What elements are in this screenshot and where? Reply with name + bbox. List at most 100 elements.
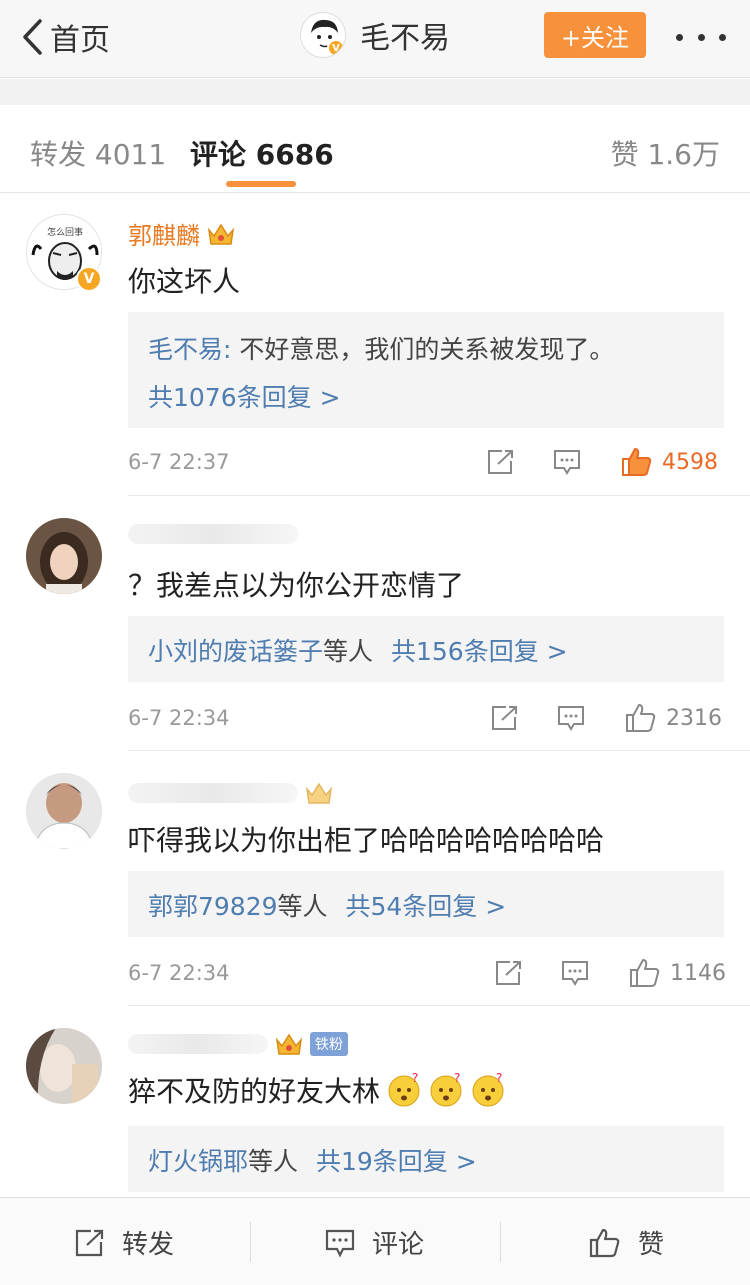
thumbs-up-icon <box>630 959 660 987</box>
share-icon <box>496 961 521 985</box>
reply-summary: 灯火锅耶等人 共19条回复 > <box>148 1142 477 1178</box>
crown-badge-icon <box>207 223 235 245</box>
reply-box[interactable]: 灯火锅耶等人 共19条回复 > <box>128 1126 724 1192</box>
comment-button[interactable]: 评论 <box>324 1224 424 1261</box>
share-icon <box>492 706 517 730</box>
separator <box>500 1222 501 1262</box>
reply-count-link[interactable]: 共1076条回复 > <box>148 378 341 414</box>
reply-button[interactable] <box>552 448 582 476</box>
share-icon <box>488 450 513 474</box>
comment-icon <box>562 961 588 986</box>
reply-suffix: 等人 <box>248 1147 299 1176</box>
commenter-name[interactable]: 铁粉 <box>128 1030 348 1058</box>
svg-text:?: ? <box>496 1072 502 1085</box>
like-count: 2316 <box>666 705 722 731</box>
blurred-username <box>128 524 298 544</box>
thumbs-up-icon <box>626 704 656 732</box>
fan-badge: 铁粉 <box>310 1032 348 1056</box>
top-bar: 首页 V 毛不易 +关注 <box>0 0 750 78</box>
commenter-avatar[interactable] <box>26 1028 102 1104</box>
more-options-icon[interactable] <box>676 22 726 52</box>
share-button[interactable] <box>486 448 516 476</box>
reply-preview: 毛不易: 不好意思，我们的关系被发现了。 <box>148 330 614 366</box>
commenter-name[interactable] <box>128 524 298 544</box>
reply-count-link[interactable]: 共54条回复 > <box>346 892 507 921</box>
comment-text: ？我差点以为你公开恋情了 <box>128 569 465 602</box>
like-count: 1146 <box>670 960 726 986</box>
share-button[interactable] <box>490 704 520 732</box>
section-gap <box>0 79 750 105</box>
confused-emoji-icon: ? <box>472 1072 504 1107</box>
profile-name: 毛不易 <box>360 21 450 56</box>
reply-text: 不好意思，我们的关系被发现了。 <box>231 335 615 364</box>
comment-timestamp: 6-7 22:37 <box>128 450 230 474</box>
comment-item: ？我差点以为你公开恋情了 小刘的废话篓子等人 共156条回复 > 6-7 22:… <box>0 496 750 751</box>
photo-avatar-icon <box>26 1028 102 1104</box>
repost-button[interactable]: 转发 <box>74 1224 174 1261</box>
blurred-username <box>128 783 298 803</box>
dot <box>697 33 705 41</box>
comment-text: 猝不及防的好友大林 <box>128 1075 381 1108</box>
bottom-action-bar: 转发 评论 赞 <box>0 1197 750 1285</box>
comment-text: 吓得我以为你出柜了哈哈哈哈哈哈哈哈 <box>128 824 605 857</box>
crown-badge-icon <box>275 1033 303 1055</box>
svg-text:?: ? <box>454 1072 460 1085</box>
dot <box>676 33 683 41</box>
reply-people[interactable]: 小刘的废话篓子 <box>148 637 323 666</box>
comment-item: 铁粉 猝不及防的好友大林 ? ? ? 灯火锅耶等人 共19条回复 > <box>0 1006 750 1197</box>
like-button[interactable]: 赞 <box>588 1224 664 1261</box>
photo-avatar-icon <box>26 518 102 594</box>
confused-emoji-icon: ? <box>388 1072 420 1107</box>
comment-item: 怎么回事 V 郭麒麟 你这坏人 毛不易: 不好意思，我们的关系被发现了。 共10… <box>0 194 750 496</box>
separator <box>250 1222 251 1262</box>
crown-badge-icon <box>305 782 333 804</box>
chevron-left-icon <box>23 19 42 55</box>
reply-button[interactable] <box>556 704 586 732</box>
verified-badge-icon: V <box>76 266 102 292</box>
share-button[interactable] <box>494 959 524 987</box>
like-button[interactable]: 4598 <box>620 446 718 478</box>
follow-button[interactable]: +关注 <box>544 12 646 58</box>
reply-count-link[interactable]: 共19条回复 > <box>316 1147 477 1176</box>
comment-label: 评论 <box>372 1230 425 1260</box>
reply-people[interactable]: 灯火锅耶 <box>148 1147 248 1176</box>
photo-avatar-icon <box>26 773 102 849</box>
avatar[interactable]: V <box>300 12 346 58</box>
tab-bar: 转发 4011 评论 6686 赞 1.6万 <box>0 105 750 193</box>
comment-text-row: 猝不及防的好友大林 ? ? ? <box>128 1070 506 1110</box>
reply-box[interactable]: 毛不易: 不好意思，我们的关系被发现了。 共1076条回复 > <box>128 312 724 428</box>
dot <box>719 33 726 41</box>
tab-repost[interactable]: 转发 4011 <box>30 133 166 173</box>
commenter-avatar[interactable] <box>26 773 102 849</box>
comment-timestamp: 6-7 22:34 <box>128 961 230 985</box>
reply-people[interactable]: 郭郭79829 <box>148 892 278 921</box>
comment-icon <box>558 706 584 731</box>
comment-timestamp: 6-7 22:34 <box>128 706 230 730</box>
repost-label: 转发 <box>122 1230 175 1260</box>
like-count: 4598 <box>662 449 718 475</box>
confused-emoji-icon: ? <box>430 1072 462 1107</box>
tab-like[interactable]: 赞 1.6万 <box>611 133 720 173</box>
reply-button[interactable] <box>560 959 590 987</box>
tab-comment[interactable]: 评论 6686 <box>190 133 334 173</box>
like-button[interactable]: 1146 <box>628 957 726 989</box>
reply-author[interactable]: 毛不易: <box>148 335 231 364</box>
reply-box[interactable]: 小刘的废话篓子等人 共156条回复 > <box>128 616 724 682</box>
thumbs-up-icon <box>589 1228 620 1257</box>
comment-text: 你这坏人 <box>128 265 241 298</box>
profile-header[interactable]: V 毛不易 <box>300 12 450 58</box>
verified-badge-icon: V <box>327 39 345 57</box>
svg-text:?: ? <box>412 1072 418 1085</box>
commenter-name[interactable] <box>128 779 334 807</box>
like-button[interactable]: 2316 <box>624 702 722 734</box>
commenter-avatar[interactable] <box>26 518 102 594</box>
reply-count-link[interactable]: 共156条回复 > <box>391 637 568 666</box>
svg-text:怎么回事: 怎么回事 <box>47 226 83 238</box>
commenter-name[interactable]: 郭麒麟 <box>128 216 236 251</box>
reply-summary: 郭郭79829等人 共54条回复 > <box>148 887 506 923</box>
reply-suffix: 等人 <box>277 892 328 921</box>
commenter-name-label: 郭麒麟 <box>128 222 200 250</box>
reply-box[interactable]: 郭郭79829等人 共54条回复 > <box>128 871 724 937</box>
back-button[interactable]: 首页 <box>20 14 110 60</box>
reply-summary: 小刘的废话篓子等人 共156条回复 > <box>148 632 568 668</box>
